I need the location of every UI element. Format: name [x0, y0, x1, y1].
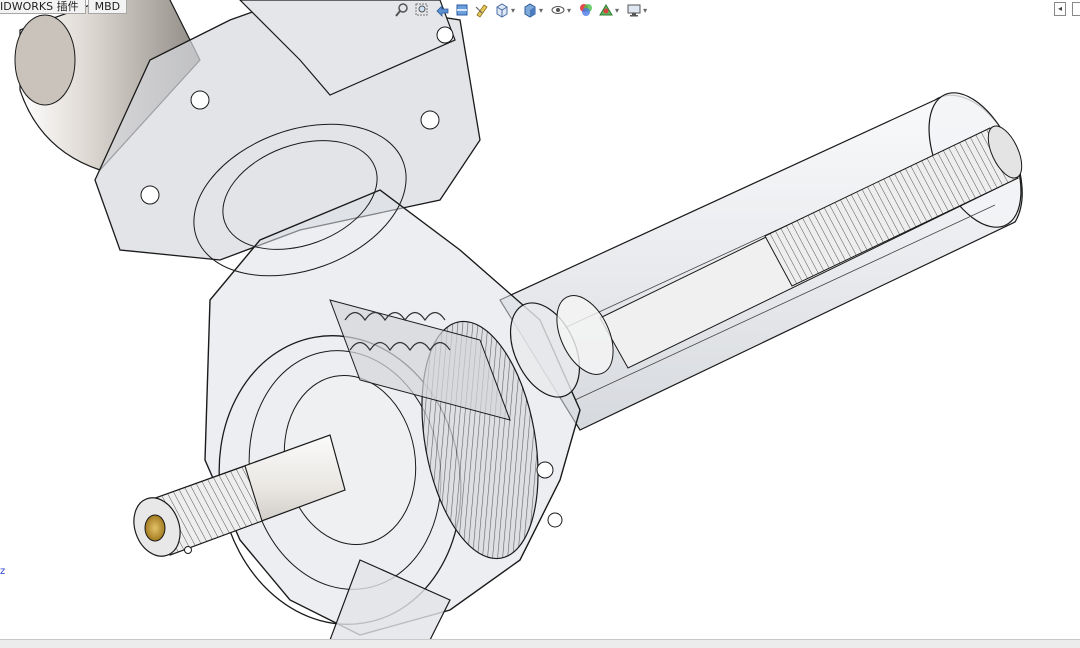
apply-scene-button[interactable]: ▾: [598, 2, 622, 18]
chevron-down-icon: ▾: [643, 5, 648, 15]
edit-appearance-icon: [580, 4, 593, 16]
apply-scene-icon: [599, 4, 613, 16]
chevron-down-icon: ▾: [615, 5, 620, 15]
status-bar: [0, 639, 1080, 648]
chevron-left-icon: ◂: [1057, 4, 1062, 13]
view-orientation-icon: [496, 3, 508, 18]
chevron-down-icon: ▾: [567, 5, 572, 15]
hide-show-items-icon: [551, 6, 565, 14]
command-manager-tabs: IDWORKS 插件 MBD: [0, 0, 129, 14]
chevron-down-icon: ▾: [511, 5, 516, 15]
dynamic-annotation-button[interactable]: [474, 2, 490, 18]
tab-mbd[interactable]: MBD: [87, 0, 128, 14]
previous-view-icon: [436, 5, 449, 17]
zoom-to-fit-icon: [395, 3, 408, 17]
tab-solidworks-addins[interactable]: IDWORKS 插件: [0, 0, 86, 14]
edit-appearance-button[interactable]: [578, 2, 594, 18]
view-settings-button[interactable]: ▾: [626, 2, 650, 18]
zoom-to-fit-button[interactable]: [394, 2, 410, 18]
hide-show-items-button[interactable]: ▾: [550, 2, 574, 18]
graphics-area[interactable]: [0, 0, 1080, 640]
display-style-button[interactable]: ▾: [522, 2, 546, 18]
view-settings-icon: [627, 4, 641, 17]
zoom-to-area-icon: [415, 3, 428, 16]
zoom-to-area-button[interactable]: [414, 2, 430, 18]
task-pane-button[interactable]: [1072, 2, 1080, 16]
dynamic-annotation-icon: [475, 4, 488, 18]
collapse-panel-button[interactable]: ◂: [1054, 2, 1066, 16]
view-orientation-button[interactable]: ▾: [494, 2, 518, 18]
previous-view-button[interactable]: [434, 2, 450, 18]
section-view-icon: [456, 4, 468, 16]
display-style-icon: [524, 3, 536, 18]
heads-up-view-toolbar: ▾ ▾ ▾ ▾ ▾: [394, 0, 650, 20]
reference-triad-axis-label: z: [0, 566, 6, 577]
section-view-button[interactable]: [454, 2, 470, 18]
chevron-down-icon: ▾: [539, 5, 544, 15]
